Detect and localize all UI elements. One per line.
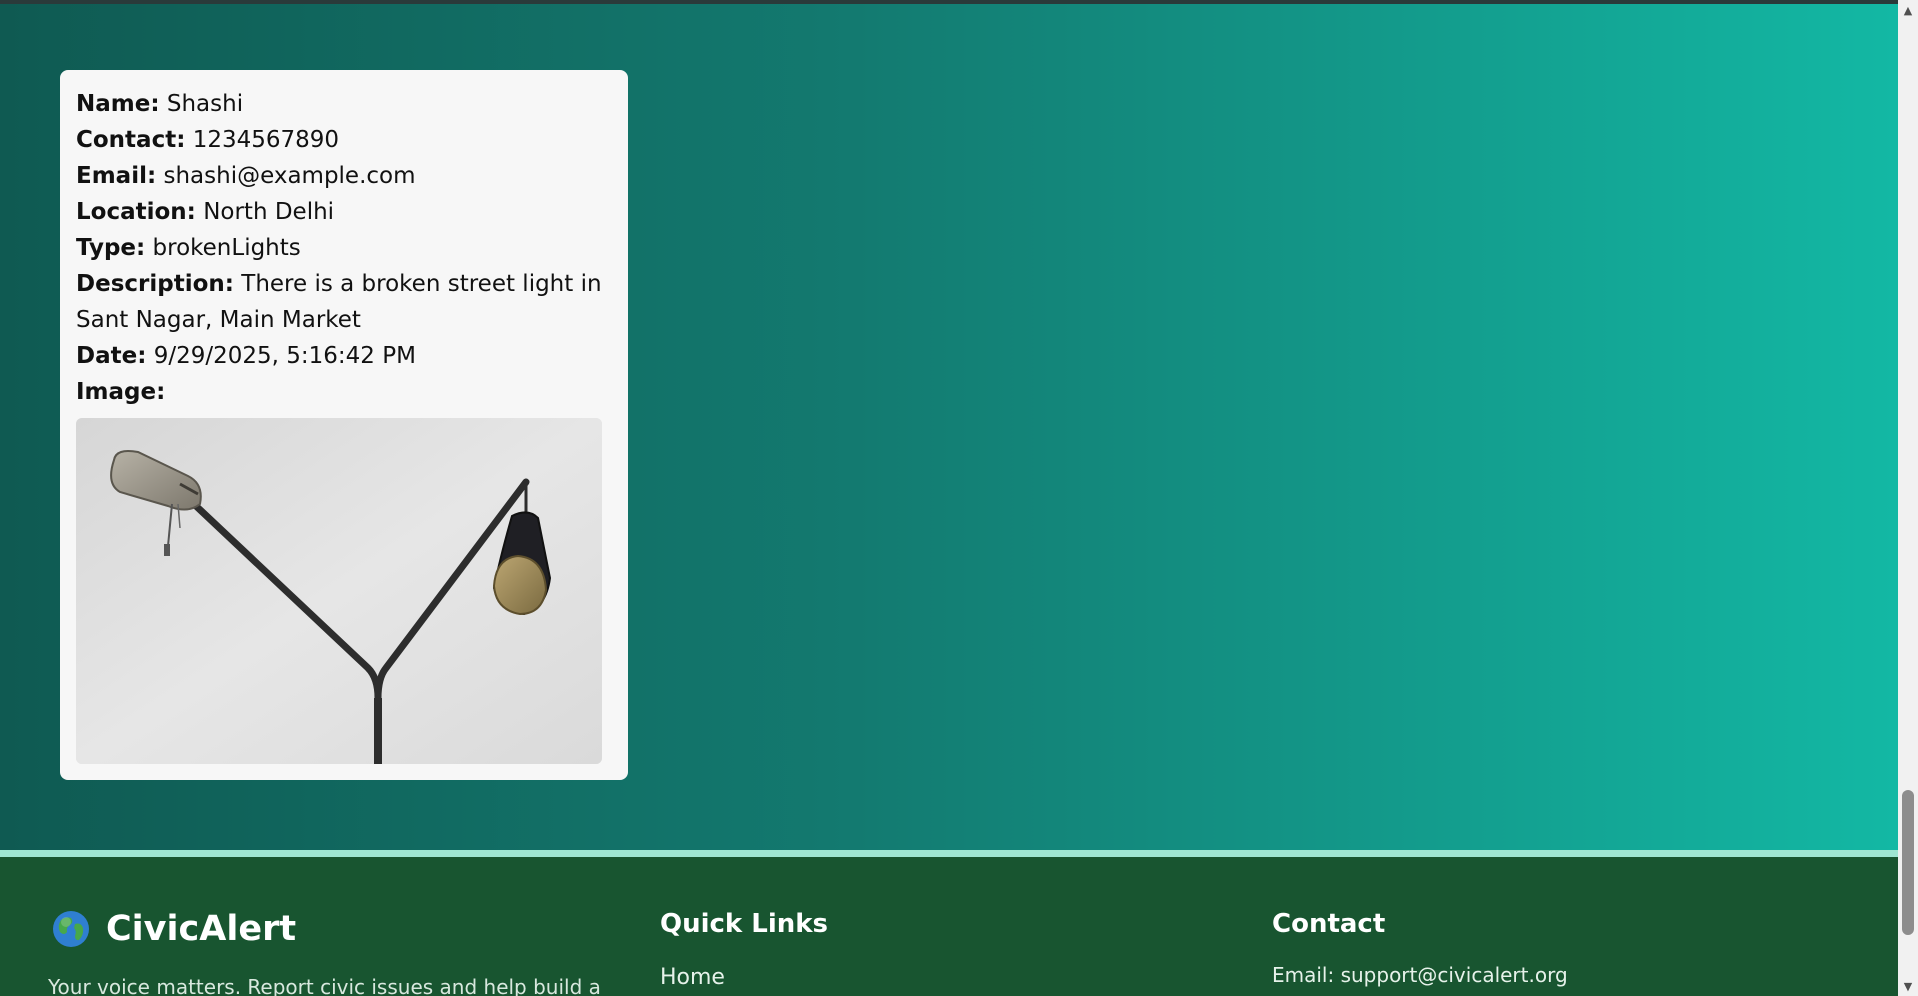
email-label: Email: [76, 163, 157, 189]
report-location: Location: North Delhi [76, 194, 612, 230]
report-contact: Contact: 1234567890 [76, 122, 612, 158]
report-description: Description: There is a broken street li… [76, 266, 612, 338]
footer-accent-line [0, 850, 1898, 857]
date-value: 9/29/2025, 5:16:42 PM [153, 343, 416, 369]
globe-icon [52, 910, 90, 948]
report-date: Date: 9/29/2025, 5:16:42 PM [76, 338, 612, 374]
report-image-label-row: Image: [76, 374, 612, 410]
contact-value: 1234567890 [192, 127, 340, 153]
scroll-up-arrow-icon[interactable]: ▲ [1898, 0, 1918, 20]
contact-email: Email: support@civicalert.org [1272, 963, 1568, 987]
brand-name: CivicAlert [106, 909, 297, 949]
report-card: Name: Shashi Contact: 1234567890 Email: … [60, 70, 628, 780]
description-label: Description: [76, 271, 234, 297]
brand-tagline: Your voice matters. Report civic issues … [48, 975, 601, 996]
footer-link-home[interactable]: Home [660, 965, 725, 990]
date-label: Date: [76, 343, 147, 369]
scroll-down-arrow-icon[interactable]: ▼ [1898, 976, 1918, 996]
report-email: Email: shashi@example.com [76, 158, 612, 194]
image-label: Image: [76, 379, 166, 405]
name-label: Name: [76, 91, 160, 117]
vertical-scrollbar[interactable]: ▲ ▼ [1898, 0, 1918, 996]
report-type: Type: brokenLights [76, 230, 612, 266]
contact-title: Contact [1272, 909, 1386, 939]
quick-links-title: Quick Links [660, 909, 829, 939]
footer-brand: CivicAlert [52, 909, 296, 949]
location-label: Location: [76, 199, 196, 225]
type-label: Type: [76, 235, 146, 261]
scrollbar-thumb[interactable] [1902, 790, 1914, 935]
name-value: Shashi [166, 91, 244, 117]
page: Name: Shashi Contact: 1234567890 Email: … [0, 0, 1898, 996]
footer: CivicAlert Your voice matters. Report ci… [0, 857, 1898, 996]
hero-section: Name: Shashi Contact: 1234567890 Email: … [0, 4, 1898, 850]
email-value: shashi@example.com [163, 163, 416, 189]
contact-label: Contact: [76, 127, 186, 153]
location-value: North Delhi [203, 199, 335, 225]
type-value: brokenLights [152, 235, 301, 261]
report-name: Name: Shashi [76, 86, 612, 122]
broken-street-light-photo [76, 418, 602, 764]
